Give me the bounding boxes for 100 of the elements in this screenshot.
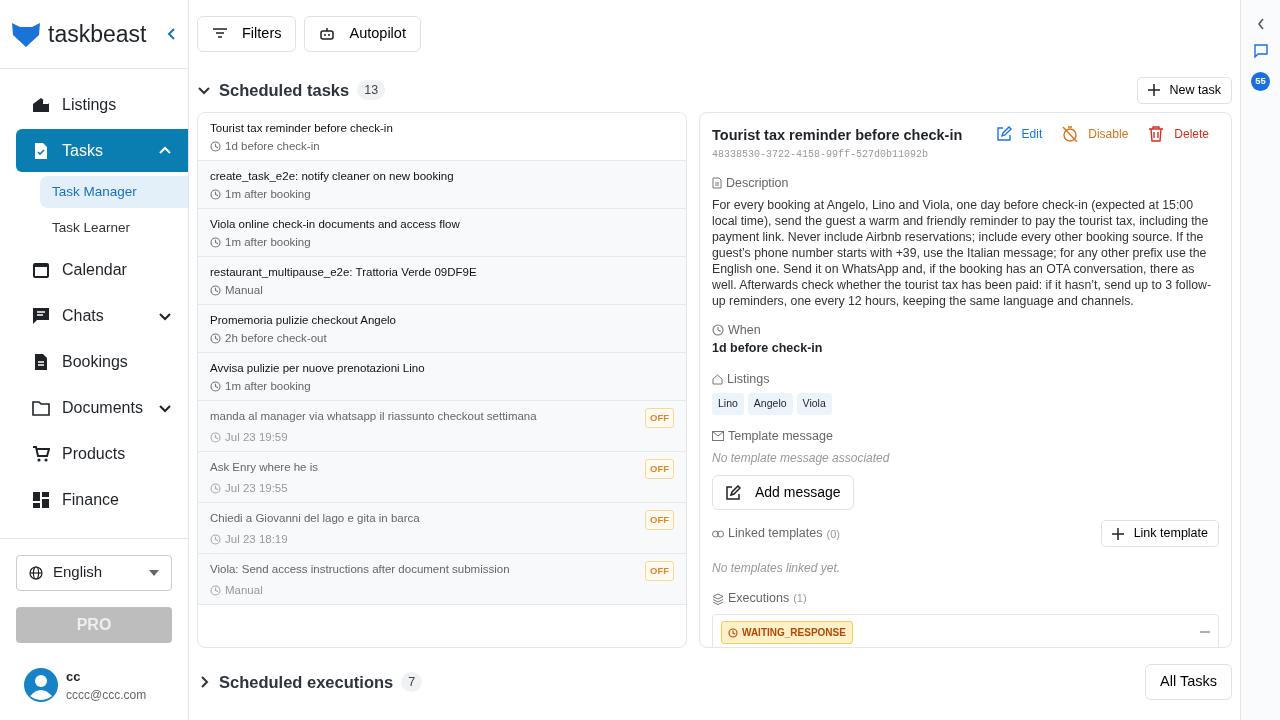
chat-icon[interactable] <box>1253 44 1268 58</box>
task-trigger: Manual <box>225 283 263 298</box>
edit-icon <box>995 126 1012 142</box>
document-icon <box>712 177 722 190</box>
delete-button[interactable]: Delete <box>1138 125 1219 143</box>
autopilot-button[interactable]: Autopilot <box>304 16 421 52</box>
nav-subitem[interactable]: Task Learner <box>40 212 188 245</box>
nav-item[interactable]: Tasks <box>16 129 188 172</box>
edit-icon <box>725 484 741 501</box>
clock-icon <box>210 140 221 152</box>
plus-icon <box>1111 527 1124 540</box>
section-label: When <box>728 321 761 339</box>
task-list-item[interactable]: restaurant_multipause_e2e: Trattoria Verde 09DF9E Manual <box>198 257 686 305</box>
listing-tag: Lino <box>712 392 744 415</box>
clock-icon <box>210 236 221 248</box>
folder-icon <box>32 399 50 417</box>
task-title: Ask Enry where he is <box>210 460 318 475</box>
nav-item[interactable]: Calendar <box>16 248 188 292</box>
notification-badge: 55 <box>1251 72 1270 91</box>
task-title: Chiedi a Giovanni del lago e gita in barca <box>210 511 420 526</box>
task-trigger: Jul 23 19:55 <box>225 481 288 496</box>
nav-item[interactable]: Documents <box>16 386 188 430</box>
edit-button[interactable]: Edit <box>985 125 1053 143</box>
task-id: 48338530-3722-4158-99ff-527d0b11092b <box>712 147 930 162</box>
count-badge: 7 <box>401 671 423 693</box>
task-trigger: 1m after booking <box>225 379 311 394</box>
clock-icon <box>210 380 221 392</box>
chat-icon <box>32 307 50 325</box>
disable-button[interactable]: Disable <box>1052 125 1139 143</box>
section-label: Listings <box>727 371 770 388</box>
section-label: Linked templates <box>728 525 823 543</box>
filters-button[interactable]: Filters <box>197 16 297 52</box>
empty-message: No template message associated <box>712 450 891 468</box>
status-badge: WAITING_RESPONSE <box>721 621 853 644</box>
task-list-item[interactable]: Ask Enry where he is Jul 23 19:55 OFF <box>198 452 686 503</box>
add-message-button[interactable]: Add message <box>712 475 854 511</box>
nav-subitem[interactable]: Task Manager <box>40 176 188 209</box>
robot-icon <box>319 26 336 42</box>
task-trigger: 2h before check-out <box>225 331 327 346</box>
count: (1) <box>793 591 807 607</box>
user-name: cc <box>66 667 82 686</box>
link-template-button[interactable]: Link template <box>1100 520 1219 548</box>
clock-icon <box>210 482 221 494</box>
task-list-item[interactable]: Promemoria pulizie checkout Angelo 2h before check-out <box>198 305 686 353</box>
task-title: create_task_e2e: notify cleaner on new booking <box>210 169 454 184</box>
new-task-button[interactable]: New task <box>1136 76 1232 104</box>
task-trigger: 1m after booking <box>225 187 311 202</box>
nav-item[interactable]: Listings <box>16 83 188 126</box>
task-list-item[interactable]: Viola: Send access instructions after document submission Manual OFF <box>198 554 686 605</box>
globe-icon <box>29 565 43 580</box>
nav-item[interactable]: Finance <box>16 478 188 522</box>
collapse-icon[interactable] <box>166 27 176 41</box>
timer-off-icon <box>1062 126 1079 142</box>
task-title: Tourist tax reminder before check-in <box>210 121 393 136</box>
task-title: Tourist tax reminder before check-in <box>712 126 964 145</box>
nav-item[interactable]: Bookings <box>16 340 188 384</box>
language-select[interactable]: English <box>16 554 172 591</box>
task-list-item[interactable]: manda al manager via whatsapp il riassunto checkout settimana Jul 23 19:59 OFF <box>198 401 686 452</box>
task-document-icon <box>32 141 50 160</box>
section-label: Description <box>726 174 789 192</box>
task-title: Viola online check-in documents and access flow <box>210 217 460 232</box>
envelope-icon <box>712 430 724 441</box>
all-tasks-button[interactable]: All Tasks <box>1145 664 1232 700</box>
clock-icon <box>210 188 221 200</box>
fox-logo-icon <box>12 21 40 47</box>
task-trigger: Jul 23 19:59 <box>225 430 288 445</box>
task-list-item[interactable]: Avvisa pulizie per nuove prenotazioni Lino 1m after booking <box>198 353 686 401</box>
document-icon <box>32 353 50 371</box>
task-trigger: Jul 23 18:19 <box>225 532 288 547</box>
off-badge: OFF <box>645 408 674 428</box>
plus-icon <box>1147 84 1160 96</box>
off-badge: OFF <box>645 561 674 581</box>
task-list-item[interactable]: Chiedi a Giovanni del lago e gita in barca Jul 23 18:19 OFF <box>198 503 686 554</box>
task-trigger: 1m after booking <box>225 235 311 250</box>
clock-icon <box>210 533 221 545</box>
count-badge: 13 <box>357 79 386 101</box>
clock-icon <box>210 584 221 596</box>
expand-icon[interactable] <box>1256 18 1265 30</box>
section-title: Scheduled tasks <box>219 79 350 101</box>
off-badge: OFF <box>645 510 674 530</box>
calendar-icon <box>32 261 50 279</box>
listing-tag: Angelo <box>747 392 793 415</box>
task-title: manda al manager via whatsapp il riassunto checkout settimana <box>210 409 537 424</box>
section-title: Scheduled executions <box>219 671 394 693</box>
clock-icon <box>210 332 221 344</box>
link-icon <box>712 529 724 538</box>
task-title: Viola: Send access instructions after document submission <box>210 562 510 577</box>
nav-item[interactable]: Chats <box>16 294 188 338</box>
off-badge: OFF <box>645 459 674 479</box>
task-title: Avvisa pulizie per nuove prenotazioni Lino <box>210 361 425 376</box>
task-trigger: Manual <box>225 583 263 598</box>
task-title: restaurant_multipause_e2e: Trattoria Verde 09DF9E <box>210 265 477 280</box>
task-title: Promemoria pulizie checkout Angelo <box>210 313 397 328</box>
listing-tag: Viola <box>796 392 832 415</box>
task-list-item[interactable]: Viola online check-in documents and access flow 1m after booking <box>198 209 686 257</box>
nav-item[interactable]: Products <box>16 432 188 476</box>
section-label: Executions <box>728 590 790 608</box>
task-list-item[interactable]: create_task_e2e: notify cleaner on new booking 1m after booking <box>198 161 686 209</box>
task-list-item[interactable]: Tourist tax reminder before check-in 1d before check-in <box>198 113 686 161</box>
trash-icon <box>1148 126 1165 142</box>
